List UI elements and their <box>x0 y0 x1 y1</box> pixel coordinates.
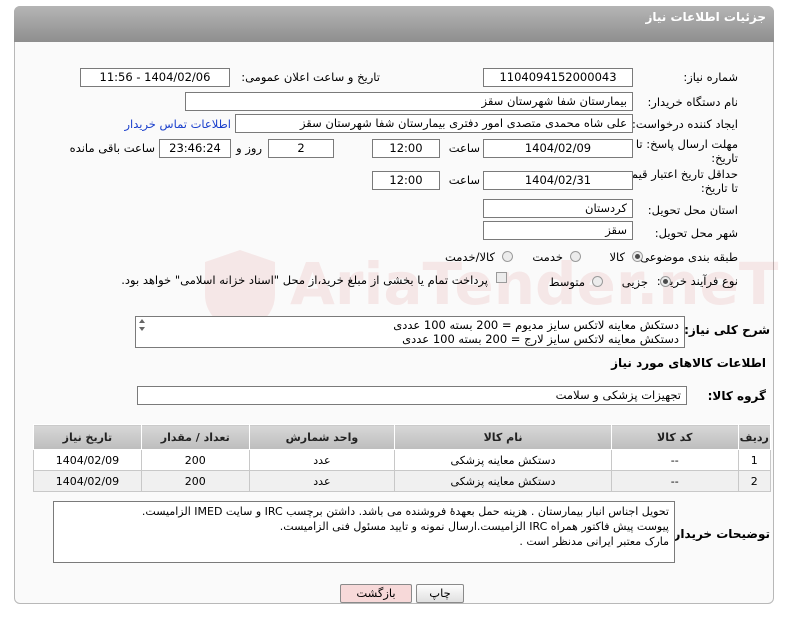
back-button[interactable]: بازگشت <box>340 584 412 603</box>
cell-date: 1404/02/09 <box>33 449 142 471</box>
category-option-goods: کالا <box>609 250 625 264</box>
deadline-date-field: 1404/02/09 <box>483 139 633 158</box>
validity-date-field: 1404/02/31 <box>483 171 633 190</box>
buyer-org-label: نام دستگاه خریدار: <box>647 95 738 109</box>
buyer-notes-line-1: تحویل اجناس انبار بیمارستان . هزینه حمل … <box>141 505 669 518</box>
col-header-code: کد کالا <box>610 424 739 450</box>
need-number-label: شماره نیاز: <box>683 70 738 84</box>
goods-group-label: گروه کالا: <box>707 389 766 403</box>
general-desc-textarea[interactable]: دستکش معاینه لاتکس سایز مدیوم = 200 بسته… <box>135 316 685 348</box>
category-option-service: خدمت <box>532 250 563 264</box>
category-option-goods-service: کالا/خدمت <box>444 250 495 264</box>
min-validity-label-1: حداقل تاریخ اعتبار قیمت: <box>616 167 738 181</box>
buyer-org-field: بیمارستان شفا شهرستان سقز <box>185 92 633 111</box>
cell-code: -- <box>610 449 739 471</box>
deadline-label-2: تاریخ: <box>711 151 738 165</box>
cell-unit: عدد <box>248 470 396 492</box>
general-desc-line-1: دستکش معاینه لاتکس سایز مدیوم = 200 بسته… <box>393 318 679 332</box>
col-header-quantity: تعداد / مقدار <box>140 424 250 450</box>
category-radio-goods-service[interactable] <box>502 251 513 262</box>
cell-code: -- <box>610 470 739 492</box>
buyer-notes-textarea[interactable]: تحویل اجناس انبار بیمارستان . هزینه حمل … <box>53 501 675 563</box>
min-validity-label-2: تا تاریخ: <box>700 181 738 195</box>
table-row: 2 -- دستکش معاینه پزشکی عدد 200 1404/02/… <box>33 470 772 492</box>
category-radio-goods[interactable] <box>632 251 643 262</box>
creator-field: علی شاه محمدی متصدی امور دفتری بیمارستان… <box>235 114 633 133</box>
cell-name: دستکش معاینه پزشکی <box>394 470 612 492</box>
city-field: سقز <box>483 221 633 240</box>
announce-field: 1404/02/06 - 11:56 <box>80 68 230 87</box>
page-title: جزئیات اطلاعات نیاز <box>645 10 766 24</box>
process-option-medium: متوسط <box>548 275 585 289</box>
cell-unit: عدد <box>248 449 396 471</box>
province-label: استان محل تحویل: <box>647 203 738 217</box>
col-header-date: تاریخ نیاز <box>33 424 142 450</box>
col-header-unit: واحد شمارش <box>248 424 396 450</box>
cell-row-number: 1 <box>737 449 772 471</box>
announce-label: تاریخ و ساعت اعلان عمومی: <box>241 70 380 84</box>
process-option-minor: جزیی <box>621 275 648 289</box>
cell-quantity: 200 <box>140 449 250 471</box>
payment-note: پرداخت تمام یا بخشی از مبلغ خرید،از محل … <box>121 273 488 287</box>
province-field: کردستان <box>483 199 633 218</box>
deadline-label-1: مهلت ارسال پاسخ: تا <box>635 137 738 151</box>
print-button[interactable]: چاپ <box>416 584 464 603</box>
need-number-field: 1104094152000043 <box>483 68 633 87</box>
col-header-row-number: ردیف <box>737 424 772 450</box>
buyer-notes-label: توضیحات خریدار: <box>668 527 770 541</box>
remaining-time-field: 23:46:24 <box>159 139 231 158</box>
remaining-label: ساعت باقی مانده <box>69 141 155 155</box>
cell-quantity: 200 <box>140 470 250 492</box>
goods-info-title: اطلاعات کالاهای مورد نیاز <box>611 356 766 370</box>
goods-group-field: تجهیزات پزشکی و سلامت <box>137 386 687 405</box>
validity-time-label: ساعت <box>448 173 480 187</box>
items-table: ردیف کد کالا نام کالا واحد شمارش تعداد /… <box>33 424 772 492</box>
col-header-name: نام کالا <box>394 424 612 450</box>
deadline-time-label: ساعت <box>448 141 480 155</box>
deadline-time-field: 12:00 <box>372 139 440 158</box>
buyer-notes-line-2: پیوست پیش فاکتور همراه IRC الزامیست.ارسا… <box>279 520 669 533</box>
scroll-arrows-icon <box>139 319 145 331</box>
treasury-payment-checkbox[interactable] <box>496 272 507 283</box>
table-row: 1 -- دستکش معاینه پزشکی عدد 200 1404/02/… <box>33 449 772 471</box>
city-label: شهر محل تحویل: <box>654 226 738 240</box>
validity-time-field: 12:00 <box>372 171 440 190</box>
process-radio-medium[interactable] <box>592 276 603 287</box>
general-desc-line-2: دستکش معاینه لاتکس سایز لارج = 200 بسته … <box>402 332 679 346</box>
textarea-scrollbar[interactable] <box>137 318 147 332</box>
category-label: طبقه بندی موضوعی: <box>636 250 738 264</box>
buyer-notes-line-3: مارک معتبر ایرانی مدنظر است . <box>519 535 669 548</box>
general-desc-label: شرح کلی نیاز: <box>684 323 770 337</box>
creator-label: ایجاد کننده درخواست: <box>632 117 738 131</box>
days-field: 2 <box>268 139 334 158</box>
category-radio-service[interactable] <box>570 251 581 262</box>
cell-row-number: 2 <box>737 470 772 492</box>
cell-name: دستکش معاینه پزشکی <box>394 449 612 471</box>
buyer-contact-link[interactable]: اطلاعات تماس خریدار <box>124 117 231 131</box>
table-header-row: ردیف کد کالا نام کالا واحد شمارش تعداد /… <box>33 424 772 450</box>
days-label: روز و <box>236 141 262 155</box>
process-radio-minor[interactable] <box>660 276 671 287</box>
cell-date: 1404/02/09 <box>33 470 142 492</box>
